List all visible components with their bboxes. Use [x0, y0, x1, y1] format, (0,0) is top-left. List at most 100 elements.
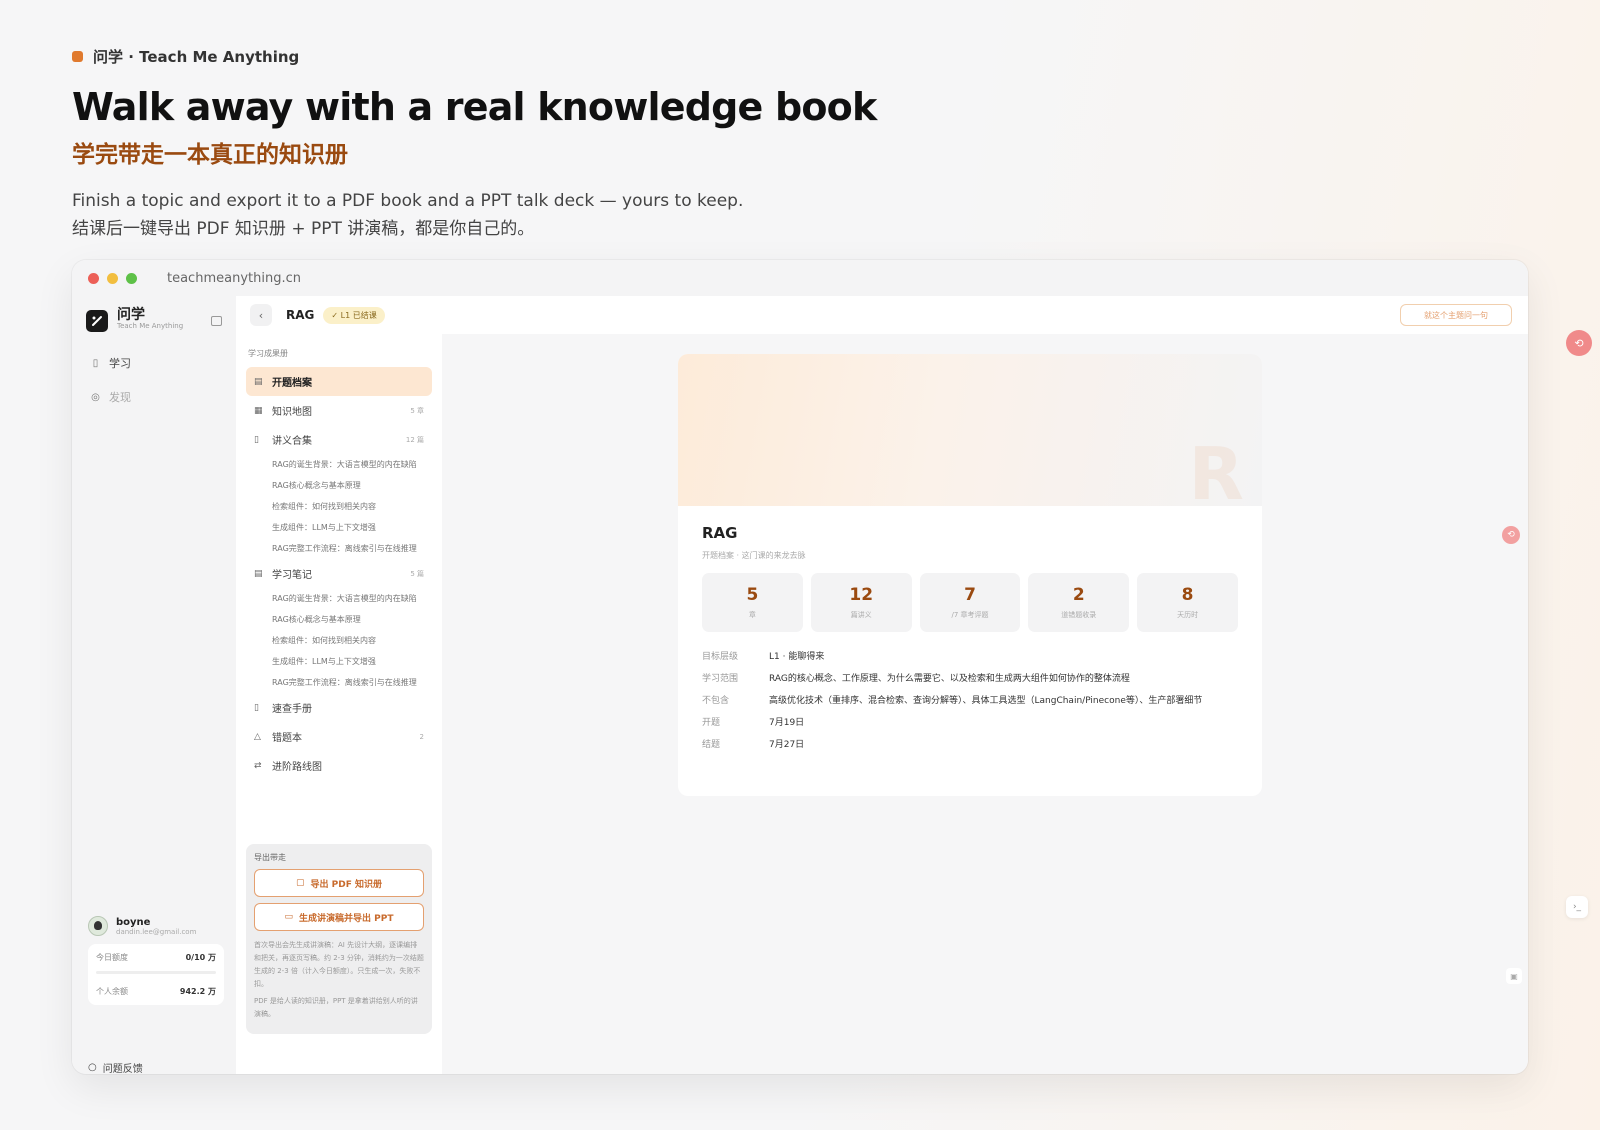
user-row[interactable]: boyne dandin.lee@gmail.com — [88, 916, 224, 936]
outline-list: ▤ 开题档案 ▦ 知识地图 5 章 ▯ 讲义合集 12 篇 RAG的诞生背景：大语言模型的内在缺… — [246, 367, 432, 780]
minimize-window-icon[interactable] — [107, 272, 118, 284]
meta-key: 结题 — [702, 740, 721, 750]
outline-item-label: 速查手册 — [272, 704, 312, 715]
outline-subitem[interactable]: 生成组件：LLM与上下文增强 — [246, 517, 426, 538]
quota-card: 今日额度 0/10 万 个人余额 942.2 万 — [88, 944, 224, 1005]
outline-item-count: 2 — [419, 732, 424, 741]
sidebar-collapse-icon[interactable] — [211, 316, 222, 326]
export-pdf-label: 导出 PDF 知识册 — [310, 879, 382, 890]
balance-value: 942.2 万 — [179, 987, 216, 996]
outline-item[interactable]: ⇄ 进阶路线图 — [246, 751, 432, 780]
warning-icon: △ — [254, 731, 261, 742]
assistant-float-icon[interactable]: ⟲ — [1502, 526, 1520, 544]
export-pdf-button[interactable]: ▢ 导出 PDF 知识册 — [254, 869, 424, 897]
ask-topic-button[interactable]: 就这个主题问一句 — [1400, 304, 1512, 326]
stat-label: 天历时 — [1177, 611, 1199, 619]
outline-item[interactable]: ▦ 知识地图 5 章 — [246, 396, 432, 425]
outline-item[interactable]: △ 错题本 2 — [246, 722, 432, 751]
back-button[interactable]: ‹ — [250, 304, 272, 326]
stat-number: 12 — [849, 585, 874, 605]
meta-value: L1 · 能聊得来 — [769, 652, 825, 662]
hero: 问学 · Teach Me Anything Walk away with a … — [72, 46, 972, 243]
outline-subitem[interactable]: RAG的诞生背景：大语言模型的内在缺陷 — [246, 454, 426, 475]
window-titlebar: teachmeanything.cn — [72, 260, 1528, 296]
outline-subitem[interactable]: RAG核心概念与基本原理 — [246, 609, 426, 630]
outline-item-count: 5 篇 — [410, 569, 424, 578]
book-icon: ▯ — [254, 434, 259, 445]
outline-item-label: 开题档案 — [272, 378, 312, 389]
stats-row: 5 章 12 篇讲义 7/7 章考评题 2 道错题收录 8 天历时 — [702, 573, 1238, 632]
outline-subitem[interactable]: RAG完整工作流程：离线索引与在线推理 — [246, 672, 426, 693]
meta-key: 不包含 — [702, 696, 730, 706]
export-label: 导出带走 — [254, 853, 286, 862]
outline-item-label: 学习笔记 — [272, 570, 312, 581]
maximize-window-icon[interactable] — [126, 272, 137, 284]
outline-subitem[interactable]: 检索组件：如何找到相关内容 — [246, 630, 426, 651]
sidebar: 问学 Teach Me Anything ▯ 学习 ◎ 发现 boyne dan… — [72, 296, 236, 1074]
meta-value: 7月19日 — [769, 718, 805, 728]
balance-row: 个人余额 942.2 万 — [96, 986, 216, 997]
hero-desc-en: Finish a topic and export it to a PDF bo… — [72, 191, 744, 211]
cover-title: RAG — [702, 524, 738, 542]
feedback-link[interactable]: ○ 问题反馈 — [88, 1060, 143, 1074]
outline-item-label: 错题本 — [272, 733, 302, 744]
status-badge: ✓ L1 已结课 — [323, 306, 385, 324]
outline-item[interactable]: ▤ 学习笔记 5 篇 — [246, 559, 432, 588]
outline-item-label: 进阶路线图 — [272, 762, 322, 773]
outline-label: 学习成果册 — [248, 349, 288, 358]
topic-title: RAG — [286, 308, 315, 322]
outline-subitem[interactable]: 生成组件：LLM与上下文增强 — [246, 651, 426, 672]
outline-item-label: 讲义合集 — [272, 436, 312, 447]
terminal-float-icon[interactable]: ›_ — [1566, 896, 1588, 918]
outline-item[interactable]: ▯ 讲义合集 12 篇 — [246, 425, 432, 454]
stat-number: 2 — [1072, 585, 1085, 605]
quota-progress-bar — [96, 971, 216, 974]
quota-today-label: 今日额度 — [96, 953, 128, 962]
chat-icon: ○ — [88, 1062, 97, 1073]
stat-number: 8 — [1181, 585, 1194, 605]
cover-letter: R — [1188, 432, 1244, 516]
export-note-secondary: PDF 是给人读的知识册，PPT 是拿着讲给别人听的讲演稿。 — [254, 997, 418, 1018]
logo-name: 问学 — [117, 307, 145, 323]
balance-label: 个人余额 — [96, 987, 128, 996]
meta-value: RAG的核心概念、工作原理、为什么需要它、以及检索和生成两大组件如何协作的整体流… — [769, 674, 1130, 684]
main-area: ‹ RAG ✓ L1 已结课 就这个主题问一句 学习成果册 ▤ 开题档案 ▦ 知识地图… — [236, 296, 1528, 1074]
image-float-icon[interactable]: ▣ — [1506, 968, 1522, 984]
cover-subtitle: 开题档案 · 这门课的来龙去脉 — [702, 551, 806, 560]
cover-body: RAG 开题档案 · 这门课的来龙去脉 5 章 12 篇讲义 7/7 章考评题 2 道错题收… — [678, 506, 1262, 774]
export-ppt-button[interactable]: ▭ 生成讲演稿并导出 PPT — [254, 903, 424, 931]
meta-row: 目标层级 L1 · 能聊得来 — [702, 646, 1238, 668]
outline-item[interactable]: ▤ 开题档案 — [246, 367, 432, 396]
outline-subitem[interactable]: RAG完整工作流程：离线索引与在线推理 — [246, 538, 426, 559]
brand-text: 问学 · Teach Me Anything — [93, 48, 300, 66]
stat-label: /7 章考评题 — [951, 611, 989, 619]
stat-card: 7/7 章考评题 — [919, 573, 1021, 632]
outline-item[interactable]: ▯ 速查手册 — [246, 693, 432, 722]
meta-value: 高级优化技术（重排序、混合检索、查询分解等）、具体工具选型（LangChain/… — [769, 696, 1203, 706]
stat-label: 篇讲义 — [850, 611, 872, 619]
sidebar-item-learn[interactable]: ▯ 学习 — [72, 346, 236, 380]
map-icon: ▦ — [254, 405, 263, 416]
stat-label: 道错题收录 — [1061, 611, 1097, 619]
quota-today-value: 0/10 万 — [185, 953, 216, 962]
close-window-icon[interactable] — [88, 272, 99, 284]
hero-subtitle: 学完带走一本真正的知识册 — [72, 142, 348, 168]
outline-subitem[interactable]: RAG核心概念与基本原理 — [246, 475, 426, 496]
cover-banner: R — [678, 354, 1262, 516]
cover-card: R RAG 开题档案 · 这门课的来龙去脉 5 章 12 篇讲义 7/7 章考评题 2 道错… — [678, 354, 1262, 796]
address-url: teachmeanything.cn — [167, 270, 301, 286]
translate-float-icon[interactable]: ⟲ — [1566, 330, 1592, 356]
logo-text: 问学 Teach Me Anything — [117, 307, 183, 332]
book-icon: ▯ — [92, 357, 99, 369]
meta-key: 开题 — [702, 718, 721, 728]
avatar — [88, 916, 108, 936]
sidebar-item-discover[interactable]: ◎ 发现 — [72, 380, 236, 414]
stat-card: 12 篇讲义 — [810, 573, 912, 632]
outline-item-count: 5 章 — [410, 406, 424, 415]
outline-subitem[interactable]: RAG的诞生背景：大语言模型的内在缺陷 — [246, 588, 426, 609]
outline-item-label: 知识地图 — [272, 407, 312, 418]
outline-subitem[interactable]: 检索组件：如何找到相关内容 — [246, 496, 426, 517]
brand-dot-icon — [72, 51, 83, 62]
sidebar-item-label: 学习 — [109, 357, 131, 370]
bookmark-icon: ▯ — [254, 702, 259, 713]
